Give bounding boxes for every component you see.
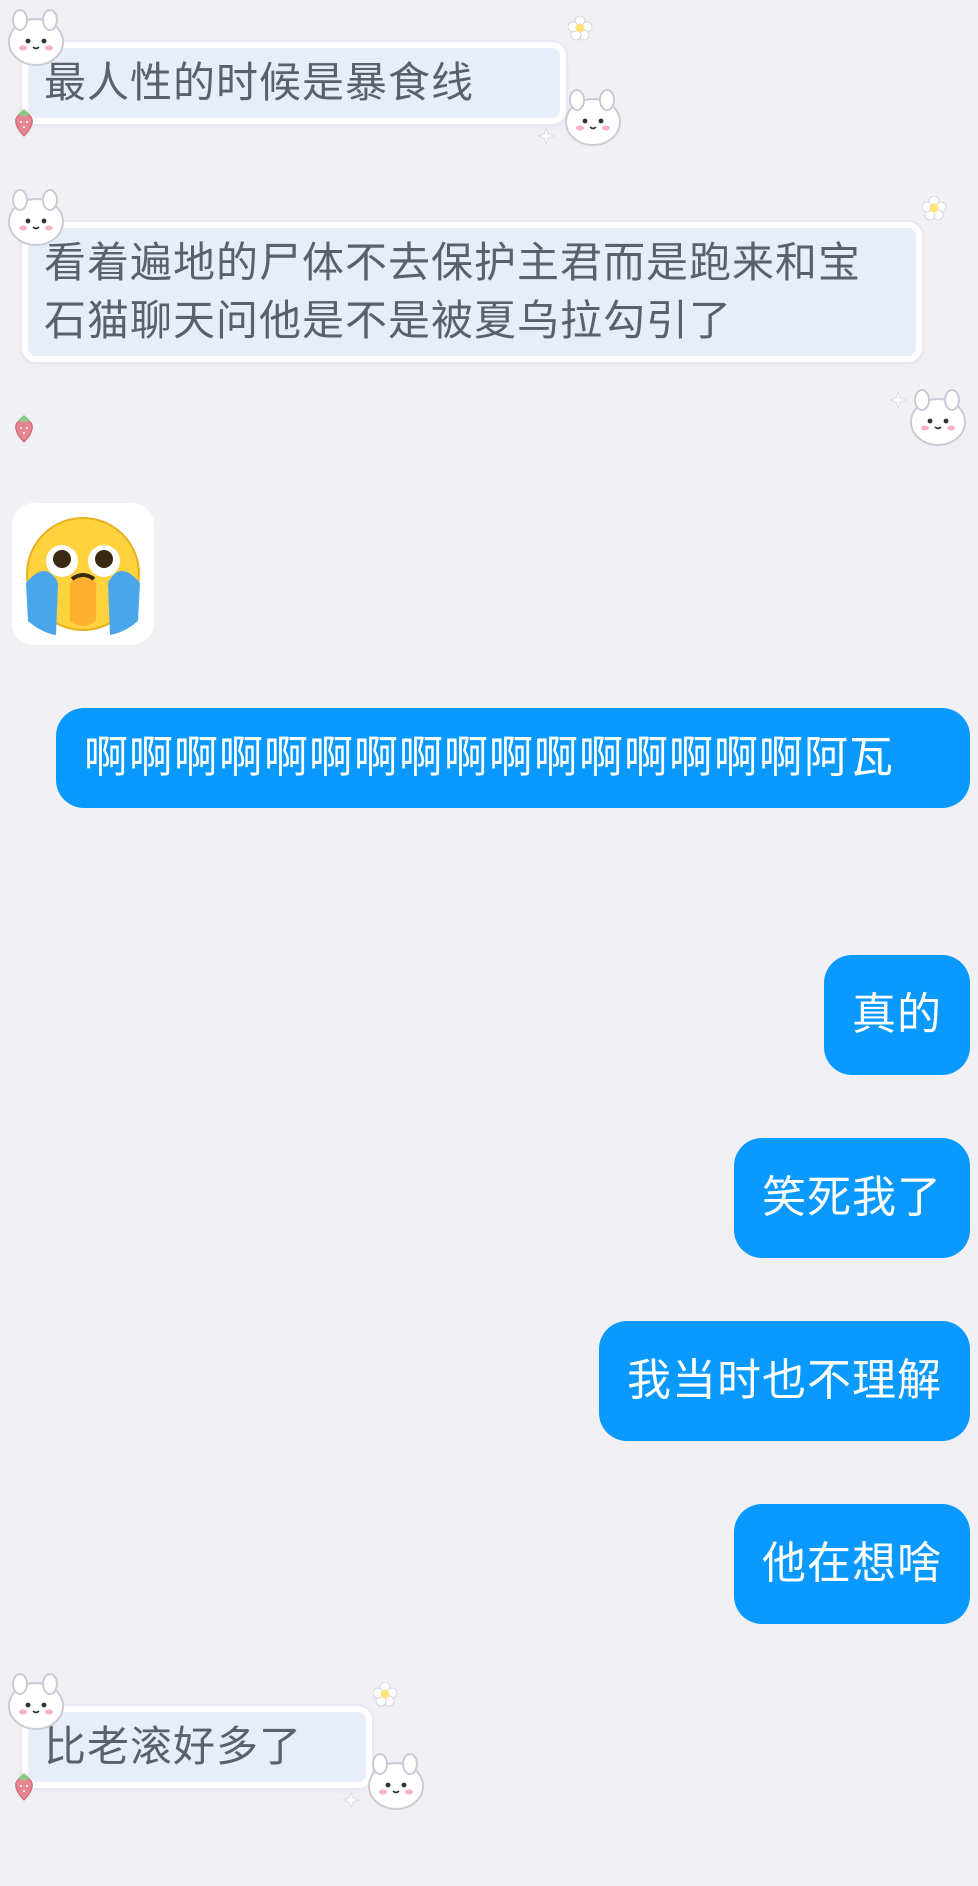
message-text: 看着遍地的尸体不去保护主君而是跑来和宝石猫聊天问他是不是被夏乌拉勾引了 <box>44 238 862 345</box>
outgoing-message[interactable]: 啊啊啊啊啊啊啊啊啊啊啊啊啊啊啊啊阿瓦 <box>56 708 970 808</box>
outgoing-message[interactable]: 他在想啥 <box>734 1504 970 1624</box>
message-text: 他在想啥 <box>762 1538 942 1589</box>
flower-icon <box>922 196 947 221</box>
bunny-sticker-icon <box>8 1673 64 1730</box>
sparkle-icon <box>890 392 906 408</box>
message-text: 啊啊啊啊啊啊啊啊啊啊啊啊啊啊啊啊阿瓦 <box>84 732 894 783</box>
bunny-sticker-icon <box>368 1753 424 1810</box>
flower-icon <box>568 16 593 41</box>
incoming-message[interactable]: 看着遍地的尸体不去保护主君而是跑来和宝石猫聊天问他是不是被夏乌拉勾引了 <box>8 189 966 446</box>
chat-history[interactable]: 最人性的时候是暴食线 看着遍地的尸体不去保护主君而是跑来和宝石猫聊天问他是不是被… <box>0 0 978 1886</box>
flower-icon <box>373 1682 398 1707</box>
strawberry-icon <box>15 1772 33 1801</box>
strawberry-icon <box>15 414 33 443</box>
outgoing-message[interactable]: 笑死我了 <box>734 1138 970 1258</box>
message-text: 比老滚好多了 <box>44 1722 303 1771</box>
message-text: 真的 <box>852 989 942 1040</box>
bunny-sticker-icon <box>8 189 64 246</box>
sparkle-icon <box>538 128 554 144</box>
outgoing-message[interactable]: 真的 <box>824 955 970 1075</box>
incoming-message[interactable]: 比老滚好多了 <box>8 1673 424 1810</box>
bunny-sticker-icon <box>8 9 64 66</box>
bunny-sticker-icon <box>565 89 621 146</box>
incoming-message[interactable]: 最人性的时候是暴食线 <box>8 9 621 146</box>
sparkle-icon <box>343 1792 359 1808</box>
strawberry-icon <box>15 108 33 137</box>
crying-face-emoji-icon <box>26 517 140 635</box>
message-text: 笑死我了 <box>762 1172 942 1223</box>
sticker-message[interactable] <box>12 503 154 645</box>
outgoing-message[interactable]: 我当时也不理解 <box>599 1321 970 1441</box>
message-text: 最人性的时候是暴食线 <box>44 58 475 107</box>
bunny-sticker-icon <box>910 389 966 446</box>
message-text: 我当时也不理解 <box>627 1355 942 1406</box>
